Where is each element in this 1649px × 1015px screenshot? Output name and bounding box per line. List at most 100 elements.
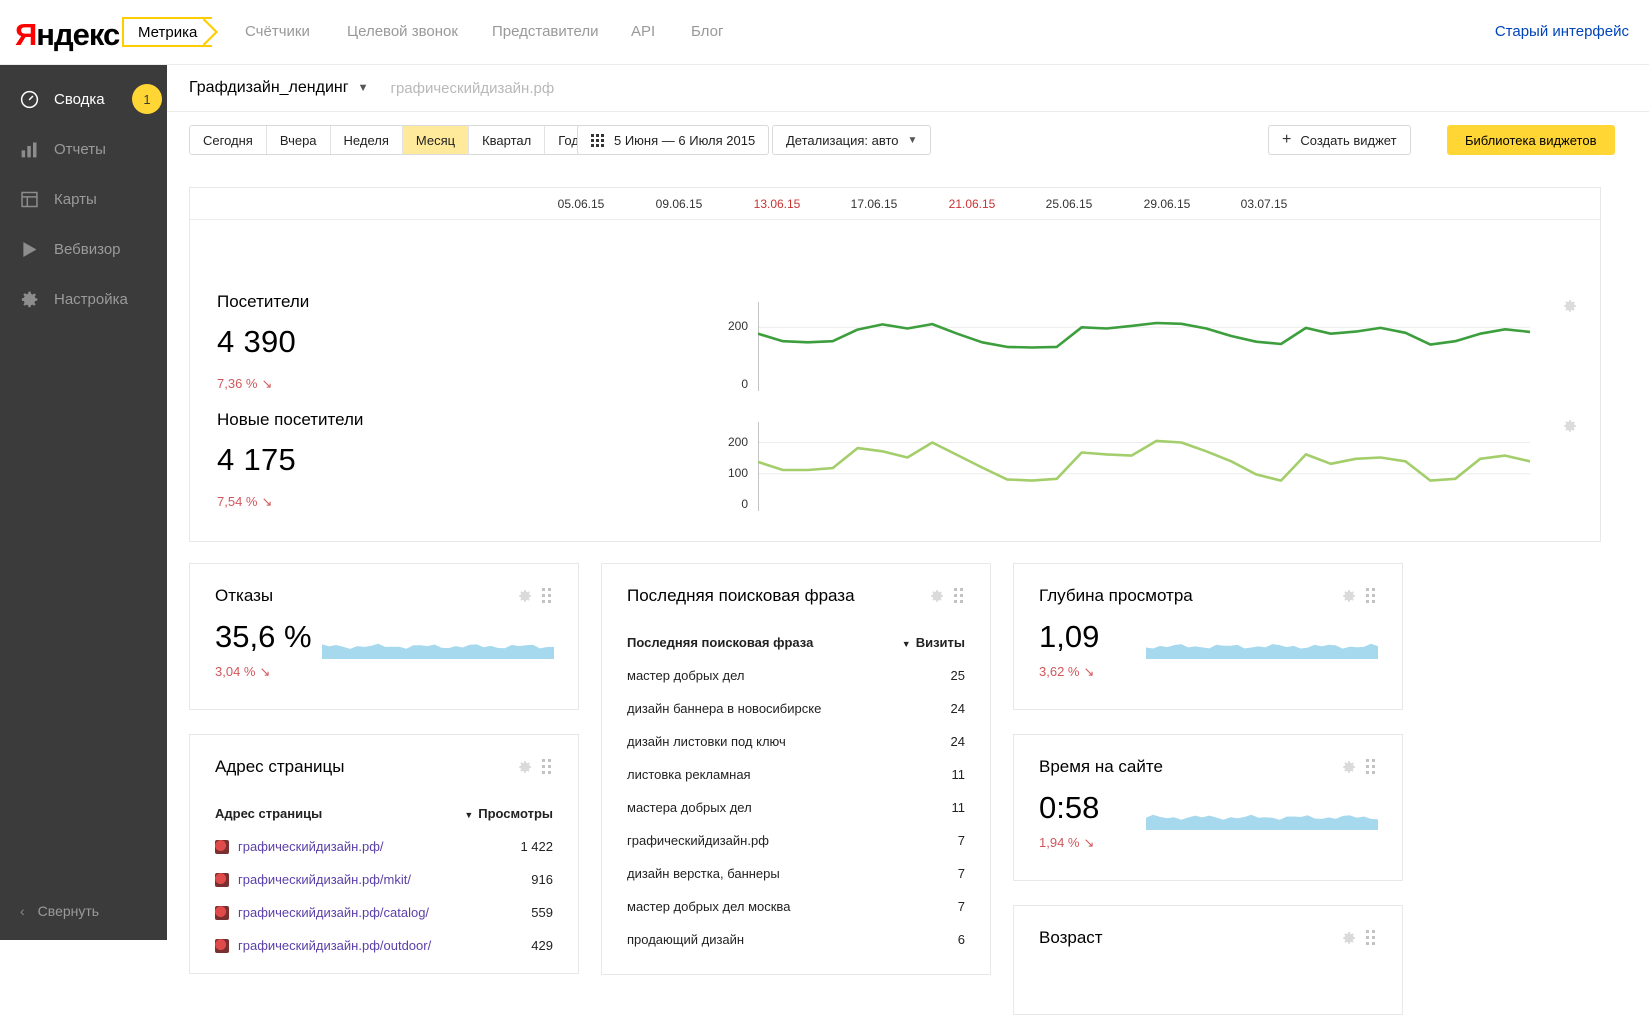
sidebar-item-label: Настройка: [54, 291, 128, 308]
table-row[interactable]: дизайн листовки под ключ 24: [602, 725, 990, 758]
search-phrase-cell: листовка рекламная: [627, 767, 751, 782]
widget-bounce-rate: Отказы 35,6 %3,04 %↘: [189, 563, 579, 710]
drag-handle-icon[interactable]: [542, 759, 554, 773]
sidebar-item-5[interactable]: Настройка: [0, 279, 167, 320]
trend-down-icon: ↘: [1083, 664, 1094, 679]
top-nav-item-3[interactable]: Представители: [492, 23, 598, 40]
trend-down-icon: ↘: [259, 664, 270, 679]
widget-library-button[interactable]: Библиотека виджетов: [1447, 125, 1615, 155]
sidebar-item-2[interactable]: Отчеты: [0, 129, 167, 170]
date-range-button[interactable]: 5 Июня — 6 Июля 2015: [577, 125, 769, 155]
period-button-5[interactable]: Квартал: [469, 126, 545, 154]
page-url-cell[interactable]: графическийдизайн.рф/outdoor/: [215, 938, 431, 953]
table-row[interactable]: листовка рекламная 11: [602, 758, 990, 791]
detail-level-dropdown[interactable]: Детализация: авто ▼: [772, 125, 931, 155]
table-header-row: Последняя поисковая фраза ▼Визиты: [602, 626, 990, 659]
main-content: Графдизайн_лендинг ▼ графическийдизайн.р…: [167, 65, 1649, 940]
table-row[interactable]: графическийдизайн.рф 7: [602, 824, 990, 857]
widget-gear-icon[interactable]: [1341, 759, 1357, 775]
service-tab-arrow: [203, 17, 218, 47]
page-url-link[interactable]: графическийдизайн.рф/catalog/: [238, 905, 429, 920]
search-visits-cell: 11: [952, 767, 966, 782]
page-url-cell[interactable]: графическийдизайн.рф/: [215, 839, 384, 854]
metric-title: Новые посетители: [217, 410, 363, 430]
drag-handle-icon[interactable]: [1366, 759, 1378, 773]
chevron-down-icon[interactable]: ▼: [358, 82, 369, 94]
widget-gear-icon[interactable]: [1562, 298, 1578, 314]
metric-delta: 7,54 %↘: [217, 494, 272, 510]
widget-gear-icon[interactable]: [517, 588, 533, 604]
dashboard-icon: [18, 89, 40, 111]
page-url-cell[interactable]: графическийдизайн.рф/catalog/: [215, 905, 429, 920]
date-axis: 05.06.1509.06.1513.06.1517.06.1521.06.15…: [190, 188, 1600, 220]
favicon-icon: [215, 840, 229, 854]
sidebar-item-label: Вебвизор: [54, 241, 121, 258]
page-url-link[interactable]: графическийдизайн.рф/outdoor/: [238, 938, 431, 953]
site-selector-bar: Графдизайн_лендинг ▼ графическийдизайн.р…: [167, 65, 1649, 112]
search-phrase-cell: мастер добрых дел: [627, 668, 744, 683]
card-title: Возраст: [1039, 928, 1103, 948]
table-row[interactable]: графическийдизайн.рф/ 1 422: [190, 830, 578, 863]
period-button-group: СегодняВчераНеделяМесяцКварталГод: [189, 125, 593, 155]
widget-gear-icon[interactable]: [1562, 418, 1578, 434]
drag-handle-icon[interactable]: [1366, 588, 1378, 602]
sidebar-item-3[interactable]: Карты: [0, 179, 167, 220]
widget-gear-icon[interactable]: [1341, 588, 1357, 604]
table-header-row: Адрес страницы ▼Просмотры: [190, 797, 578, 830]
table-row[interactable]: мастер добрых дел москва 7: [602, 890, 990, 923]
sidebar-item-label: Карты: [54, 191, 97, 208]
table-row[interactable]: дизайн баннера в новосибирске 24: [602, 692, 990, 725]
period-button-4[interactable]: Месяц: [403, 126, 469, 154]
column-header-views[interactable]: ▼Просмотры: [464, 806, 553, 821]
widget-delta-value: 3,04 %: [215, 664, 255, 679]
drag-handle-icon[interactable]: [542, 588, 554, 602]
page-url-cell[interactable]: графическийдизайн.рф/mkit/: [215, 872, 411, 887]
old-interface-link[interactable]: Старый интерфейс: [1495, 23, 1629, 40]
toolbar: СегодняВчераНеделяМесяцКварталГод 5 Июня…: [167, 112, 1649, 172]
column-header-visits[interactable]: ▼Визиты: [902, 635, 965, 650]
period-button-1[interactable]: Сегодня: [190, 126, 267, 154]
top-nav-item-2[interactable]: Целевой звонок: [347, 23, 458, 40]
metric-block-1: Посетители4 3907,36 %↘ 0200: [190, 292, 1600, 402]
widget-gear-icon[interactable]: [1341, 930, 1357, 946]
page-url-link[interactable]: графическийдизайн.рф/mkit/: [238, 872, 411, 887]
search-visits-cell: 11: [952, 800, 966, 815]
drag-handle-icon[interactable]: [954, 588, 966, 602]
card-title: Отказы: [215, 586, 273, 606]
top-nav-item-1[interactable]: Счётчики: [245, 23, 310, 40]
sidebar-badge-count[interactable]: 1: [132, 84, 162, 114]
counter-name[interactable]: Графдизайн_лендинг: [189, 79, 349, 97]
y-axis-tick: 100: [698, 466, 748, 480]
widget-gear-icon[interactable]: [929, 588, 945, 604]
table-row[interactable]: графическийдизайн.рф/catalog/ 559: [190, 896, 578, 929]
widget-gear-icon[interactable]: [517, 759, 533, 775]
page-address-table: Адрес страницы ▼Просмотры графическийдиз…: [190, 797, 578, 962]
sparkline-svg: [1146, 796, 1378, 830]
table-row[interactable]: графическийдизайн.рф/outdoor/ 429: [190, 929, 578, 962]
table-row[interactable]: графическийдизайн.рф/mkit/ 916: [190, 863, 578, 896]
period-button-3[interactable]: Неделя: [331, 126, 403, 154]
create-widget-label: Создать виджет: [1300, 133, 1396, 148]
counter-domain: графическийдизайн.рф: [390, 80, 554, 97]
trend-down-icon: ↘: [261, 494, 272, 509]
yandex-logo[interactable]: Яндекс: [15, 17, 119, 53]
table-row[interactable]: мастер добрых дел 25: [602, 659, 990, 692]
table-row[interactable]: мастера добрых дел 11: [602, 791, 990, 824]
table-row[interactable]: дизайн верстка, баннеры 7: [602, 857, 990, 890]
drag-handle-icon[interactable]: [1366, 930, 1378, 944]
chevron-left-icon: ‹: [20, 903, 25, 919]
page-url-link[interactable]: графическийдизайн.рф/: [238, 839, 384, 854]
favicon-icon: [215, 939, 229, 953]
widget-search-phrase: Последняя поисковая фраза Последняя поис…: [601, 563, 991, 975]
logo-rest: ндекс: [36, 17, 119, 52]
service-tab-metrika[interactable]: Метрика: [122, 17, 212, 47]
top-nav-item-5[interactable]: Блог: [691, 23, 723, 40]
period-button-2[interactable]: Вчера: [267, 126, 331, 154]
summary-chart-panel: 05.06.1509.06.1513.06.1517.06.1521.06.15…: [189, 187, 1601, 542]
sidebar-item-4[interactable]: Вебвизор: [0, 229, 167, 270]
sidebar-collapse-button[interactable]: ‹ Свернуть: [0, 896, 167, 926]
top-nav-item-4[interactable]: API: [631, 23, 655, 40]
sparkline-svg: [322, 625, 554, 659]
metric-block-2: Новые посетители4 1757,54 %↘ 0100200: [190, 410, 1600, 520]
create-widget-button[interactable]: + Создать виджет: [1268, 125, 1411, 155]
